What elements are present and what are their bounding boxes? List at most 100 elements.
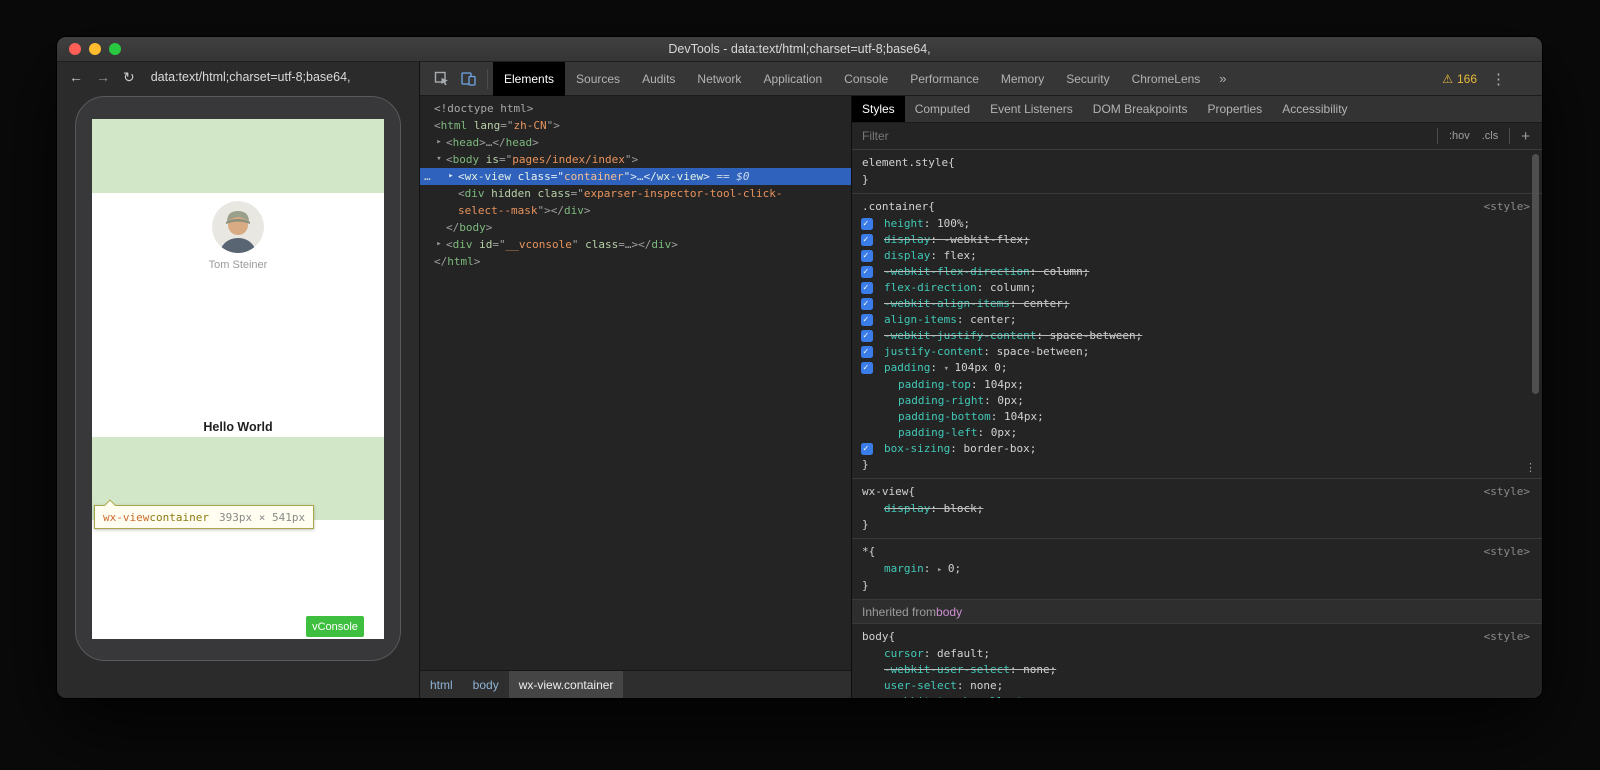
css-declaration[interactable]: ✓display: flex; — [852, 248, 1542, 264]
zoom-window-button[interactable] — [109, 43, 121, 55]
css-declaration[interactable]: margin: ▸ 0; — [852, 561, 1542, 578]
tab-application[interactable]: Application — [752, 62, 833, 96]
vconsole-button[interactable]: vConsole — [306, 616, 364, 637]
tab-performance[interactable]: Performance — [899, 62, 990, 96]
css-declaration[interactable]: -webkit-user-select: none; — [852, 662, 1542, 678]
css-declaration[interactable]: display: block; — [852, 501, 1542, 517]
breadcrumb-item-html[interactable]: html — [420, 671, 463, 698]
declaration-checkbox[interactable]: ✓ — [861, 346, 873, 358]
sidebar-tab-computed[interactable]: Computed — [905, 96, 980, 122]
reload-icon[interactable]: ↻ — [123, 69, 135, 86]
dom-tree-node[interactable]: </body> — [420, 219, 851, 236]
css-declaration[interactable]: ✓-webkit-flex-direction: column; — [852, 264, 1542, 280]
toggle-class-button[interactable]: .cls — [1476, 130, 1505, 142]
dom-tree-node[interactable]: select--mask"></div> — [420, 202, 851, 219]
close-window-button[interactable] — [69, 43, 81, 55]
css-declaration[interactable]: ✓box-sizing: border-box; — [852, 441, 1542, 457]
expand-arrow-icon[interactable]: ▸ — [937, 565, 948, 575]
expand-arrow-icon[interactable]: ▸ — [434, 134, 444, 151]
css-selector[interactable]: wx-view — [862, 484, 908, 500]
inherited-node-link[interactable]: body — [936, 604, 962, 620]
tab-memory[interactable]: Memory — [990, 62, 1055, 96]
forward-icon[interactable]: → — [96, 69, 110, 85]
device-toolbar-icon[interactable] — [455, 62, 482, 96]
declaration-checkbox[interactable]: ✓ — [861, 266, 873, 278]
css-declaration[interactable]: padding-top: 104px; — [852, 377, 1542, 393]
declaration-checkbox[interactable]: ✓ — [861, 250, 873, 262]
styles-scrollbar[interactable] — [1531, 152, 1541, 698]
back-icon[interactable]: ← — [69, 69, 83, 85]
declaration-checkbox[interactable]: ✓ — [861, 234, 873, 246]
address-url[interactable]: data:text/html;charset=utf-8;base64, — [151, 70, 351, 84]
css-selector[interactable]: body — [862, 629, 889, 645]
css-declaration[interactable]: padding-bottom: 104px; — [852, 409, 1542, 425]
sidebar-tab-event-listeners[interactable]: Event Listeners — [980, 96, 1083, 122]
devtools-menu-icon[interactable]: ⋮ — [1491, 70, 1506, 88]
new-style-rule-button[interactable]: + — [1515, 128, 1542, 145]
tab-elements[interactable]: Elements — [493, 62, 565, 96]
expand-arrow-icon[interactable]: ▾ — [434, 151, 444, 168]
sidebar-tab-styles[interactable]: Styles — [852, 96, 905, 122]
declaration-checkbox[interactable]: ✓ — [861, 362, 873, 374]
css-declaration[interactable]: ✓padding: ▾ 104px 0; — [852, 360, 1542, 377]
css-declaration[interactable]: ⚠-webkit-touch-callout: none; — [852, 694, 1542, 698]
style-origin-link[interactable]: <style> — [1484, 629, 1530, 645]
css-selector[interactable]: * — [862, 544, 869, 560]
warnings-badge[interactable]: ⚠166 — [1442, 72, 1477, 86]
dom-tree-node[interactable]: </html> — [420, 253, 851, 270]
sidebar-tab-dom-breakpoints[interactable]: DOM Breakpoints — [1083, 96, 1198, 122]
dom-tree-node[interactable]: ▸<head>…</head> — [420, 134, 851, 151]
style-origin-link[interactable]: <style> — [1484, 484, 1530, 500]
css-declaration[interactable]: ✓justify-content: space-between; — [852, 344, 1542, 360]
tab-chromelens[interactable]: ChromeLens — [1121, 62, 1212, 96]
declaration-checkbox[interactable]: ✓ — [861, 218, 873, 230]
dom-tree-node[interactable]: ▾<body is="pages/index/index"> — [420, 151, 851, 168]
style-origin-link[interactable]: <style> — [1484, 199, 1530, 215]
tab-sources[interactable]: Sources — [565, 62, 631, 96]
tab-audits[interactable]: Audits — [631, 62, 686, 96]
toggle-hover-state-button[interactable]: :hov — [1443, 130, 1476, 142]
declaration-checkbox[interactable]: ✓ — [861, 298, 873, 310]
minimize-window-button[interactable] — [89, 43, 101, 55]
checkmark-icon: ✓ — [863, 344, 868, 360]
css-declaration[interactable]: padding-left: 0px; — [852, 425, 1542, 441]
dom-tree-node[interactable]: ▸<div id="__vconsole" class=…></div> — [420, 236, 851, 253]
expand-arrow-icon[interactable]: ▸ — [446, 168, 456, 185]
breadcrumb-item-wx-view-container[interactable]: wx-view.container — [509, 671, 624, 698]
declaration-checkbox[interactable]: ✓ — [861, 314, 873, 326]
css-declaration[interactable]: user-select: none; — [852, 678, 1542, 694]
scrollbar-thumb[interactable] — [1532, 154, 1539, 394]
declaration-checkbox[interactable]: ✓ — [861, 282, 873, 294]
css-declaration[interactable]: ✓display: -webkit-flex; — [852, 232, 1542, 248]
sidebar-tab-properties[interactable]: Properties — [1197, 96, 1272, 122]
expand-arrow-icon[interactable]: ▸ — [434, 236, 444, 253]
style-origin-link[interactable]: <style> — [1484, 544, 1530, 560]
css-declaration[interactable]: ✓-webkit-align-items: center; — [852, 296, 1542, 312]
css-selector[interactable]: .container — [862, 199, 928, 215]
dom-tree-node[interactable]: <div hidden class="exparser-inspector-to… — [420, 185, 851, 202]
more-panels-chevron[interactable]: » — [1211, 62, 1234, 96]
css-selector[interactable]: element.style — [862, 155, 948, 171]
css-declaration[interactable]: ✓align-items: center; — [852, 312, 1542, 328]
tab-security[interactable]: Security — [1055, 62, 1120, 96]
breadcrumb-item-body[interactable]: body — [463, 671, 509, 698]
css-declaration[interactable]: ✓flex-direction: column; — [852, 280, 1542, 296]
css-declaration[interactable]: ✓height: 100%; — [852, 216, 1542, 232]
declaration-checkbox[interactable]: ✓ — [861, 330, 873, 342]
dom-tree-node[interactable]: …▸<wx-view class="container">…</wx-view>… — [420, 168, 851, 185]
dom-tree-node[interactable]: <html lang="zh-CN"> — [420, 117, 851, 134]
expand-arrow-icon[interactable]: ▾ — [944, 364, 955, 374]
css-declaration[interactable]: cursor: default; — [852, 646, 1542, 662]
styles-filter-input[interactable] — [852, 129, 1432, 143]
css-declaration[interactable]: padding-right: 0px; — [852, 393, 1542, 409]
sidebar-tab-accessibility[interactable]: Accessibility — [1272, 96, 1357, 122]
inspect-element-icon[interactable] — [428, 62, 455, 96]
tab-network[interactable]: Network — [686, 62, 752, 96]
css-declaration[interactable]: ✓-webkit-justify-content: space-between; — [852, 328, 1542, 344]
node-overflow-dots[interactable]: … — [424, 168, 431, 185]
rule-header: * {<style> — [852, 543, 1542, 561]
tab-console[interactable]: Console — [833, 62, 899, 96]
styles-filter-row: :hov .cls + — [852, 123, 1542, 150]
dom-tree-node[interactable]: <!doctype html> — [420, 100, 851, 117]
declaration-checkbox[interactable]: ✓ — [861, 443, 873, 455]
